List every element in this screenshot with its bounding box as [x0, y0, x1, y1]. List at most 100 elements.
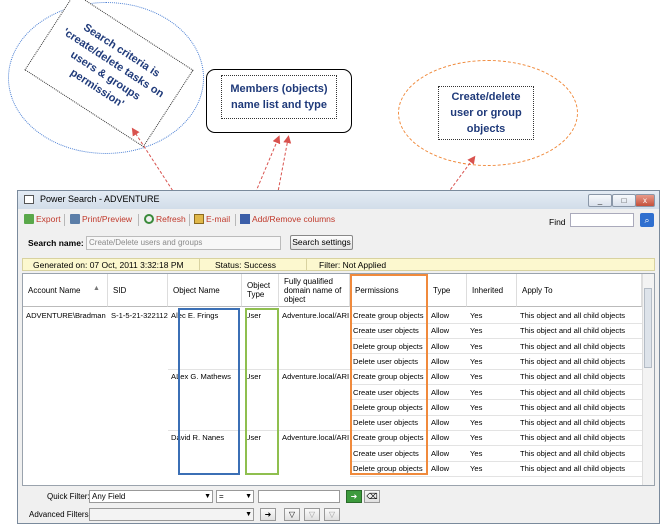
minimize-button[interactable]: _	[588, 194, 612, 207]
column-header[interactable]: Type	[428, 274, 467, 307]
sid-cell[interactable]: S-1-5-21-32211249	[108, 308, 168, 323]
search-settings-button[interactable]: Search settings	[290, 235, 353, 250]
table-cell[interactable]: Create group objects	[350, 430, 428, 445]
status-bar: Generated on: 07 Oct, 2011 3:32:18 PM St…	[22, 258, 655, 271]
window-icon	[24, 195, 34, 204]
column-header[interactable]: Inherited	[467, 274, 517, 307]
table-cell[interactable]: Allow	[428, 461, 467, 476]
table-cell[interactable]: Create user objects	[350, 446, 428, 461]
print-preview-label: Print/Preview	[82, 214, 133, 224]
refresh-button[interactable]: Refresh	[144, 214, 186, 224]
column-header[interactable]: SID	[108, 274, 168, 307]
object-type-cell[interactable]: User	[242, 308, 279, 323]
object-name-cell[interactable]: Alec E. Frings	[168, 308, 242, 323]
table-cell[interactable]: This object and all child objects	[517, 385, 642, 400]
add-remove-columns-button[interactable]: Add/Remove columns	[240, 214, 335, 224]
table-cell[interactable]: Delete user objects	[350, 354, 428, 369]
maximize-button[interactable]: □	[612, 194, 636, 207]
table-cell[interactable]: Delete group objects	[350, 339, 428, 354]
operator-select[interactable]: = ▼	[216, 490, 254, 503]
table-cell[interactable]: Allow	[428, 446, 467, 461]
table-cell[interactable]: Allow	[428, 323, 467, 338]
column-header[interactable]: Permissions	[350, 274, 428, 307]
find-search-icon[interactable]: ⌕	[640, 213, 654, 227]
table-cell[interactable]: Allow	[428, 400, 467, 415]
table-cell[interactable]: Allow	[428, 385, 467, 400]
column-header[interactable]: Object Type	[242, 274, 279, 307]
table-cell[interactable]: Yes	[467, 461, 517, 476]
object-name-cell[interactable]: ALex G. Mathews	[168, 369, 242, 384]
apply-filter-button[interactable]: ➜	[346, 490, 362, 503]
close-button[interactable]: x	[635, 194, 655, 207]
advanced-filter-select[interactable]: ▼	[89, 508, 254, 521]
quick-filter-field-select[interactable]: Any Field ▼	[89, 490, 213, 503]
table-cell[interactable]: Yes	[467, 430, 517, 445]
table-cell[interactable]: This object and all child objects	[517, 308, 642, 323]
column-header[interactable]: Object Name	[168, 274, 242, 307]
toolbar-divider	[138, 214, 139, 226]
table-cell[interactable]: Allow	[428, 415, 467, 430]
find-input[interactable]	[570, 213, 634, 227]
quick-filter-value-input[interactable]	[258, 490, 340, 503]
table-cell[interactable]: Create user objects	[350, 323, 428, 338]
object-type-cell[interactable]: User	[242, 369, 279, 384]
highlight-object-name	[178, 308, 240, 475]
table-cell[interactable]: Yes	[467, 446, 517, 461]
table-cell[interactable]: Create group objects	[350, 369, 428, 384]
table-cell[interactable]: Yes	[467, 308, 517, 323]
table-cell[interactable]: This object and all child objects	[517, 430, 642, 445]
filter-edit-funnel-icon[interactable]: ▽	[304, 508, 320, 521]
table-cell[interactable]: Allow	[428, 369, 467, 384]
table-cell[interactable]: This object and all child objects	[517, 354, 642, 369]
table-cell[interactable]: Allow	[428, 339, 467, 354]
column-header[interactable]: Apply To	[517, 274, 642, 307]
chevron-down-icon: ▼	[245, 493, 252, 500]
table-cell[interactable]: Allow	[428, 354, 467, 369]
fqdn-cell[interactable]: Adventure.local/ARI	[279, 369, 350, 384]
sort-ascending-icon: ▲	[93, 285, 100, 292]
table-cell[interactable]: Yes	[467, 400, 517, 415]
columns-icon	[240, 214, 250, 224]
object-name-cell[interactable]: David R. Nanes	[168, 430, 242, 445]
scrollbar-thumb[interactable]	[644, 288, 652, 368]
table-cell[interactable]: Yes	[467, 354, 517, 369]
search-name-field[interactable]: Create/Delete users and groups	[86, 236, 281, 250]
table-cell[interactable]: This object and all child objects	[517, 400, 642, 415]
filter-clear-funnel-icon[interactable]: ▽	[324, 508, 340, 521]
table-cell[interactable]: This object and all child objects	[517, 415, 642, 430]
refresh-icon	[144, 214, 154, 224]
fqdn-cell[interactable]: Adventure.local/ARI	[279, 430, 350, 445]
email-button[interactable]: E-mail	[194, 214, 230, 224]
clear-filter-eraser-icon[interactable]: ⌫	[364, 490, 380, 503]
print-preview-button[interactable]: Print/Preview	[70, 214, 132, 224]
table-cell[interactable]: Create user objects	[350, 385, 428, 400]
table-cell[interactable]: Create group objects	[350, 308, 428, 323]
table-cell[interactable]: Yes	[467, 339, 517, 354]
table-cell[interactable]: This object and all child objects	[517, 446, 642, 461]
export-button[interactable]: Export	[24, 214, 61, 224]
object-type-cell[interactable]: User	[242, 430, 279, 445]
table-cell[interactable]: Yes	[467, 415, 517, 430]
table-cell[interactable]: Yes	[467, 385, 517, 400]
table-cell[interactable]: Delete group objects	[350, 400, 428, 415]
filter-funnel-icon[interactable]: ▽	[284, 508, 300, 521]
table-cell[interactable]: Yes	[467, 369, 517, 384]
export-label: Export	[36, 214, 61, 224]
email-label: E-mail	[206, 214, 231, 224]
chevron-down-icon: ▼	[204, 493, 211, 500]
table-cell[interactable]: Allow	[428, 430, 467, 445]
column-header[interactable]: Fully qualified domain name of object	[279, 274, 350, 307]
table-cell[interactable]: Allow	[428, 308, 467, 323]
table-cell[interactable]: Delete user objects	[350, 415, 428, 430]
table-cell[interactable]: This object and all child objects	[517, 461, 642, 476]
table-cell[interactable]: This object and all child objects	[517, 339, 642, 354]
generated-on-text: Generated on: 07 Oct, 2011 3:32:18 PM	[33, 260, 184, 270]
apply-advanced-button[interactable]: ➜	[260, 508, 276, 521]
table-cell[interactable]: Yes	[467, 323, 517, 338]
fqdn-cell[interactable]: Adventure.local/ARI	[279, 308, 350, 323]
table-cell[interactable]: This object and all child objects	[517, 369, 642, 384]
quick-filter-row: Quick Filter: Any Field ▼ = ▼ ➜ ⌫	[18, 488, 659, 506]
table-cell[interactable]: Delete group objects	[350, 461, 428, 476]
account-name-cell[interactable]: ADVENTURE\Bradman	[23, 308, 108, 323]
table-cell[interactable]: This object and all child objects	[517, 323, 642, 338]
